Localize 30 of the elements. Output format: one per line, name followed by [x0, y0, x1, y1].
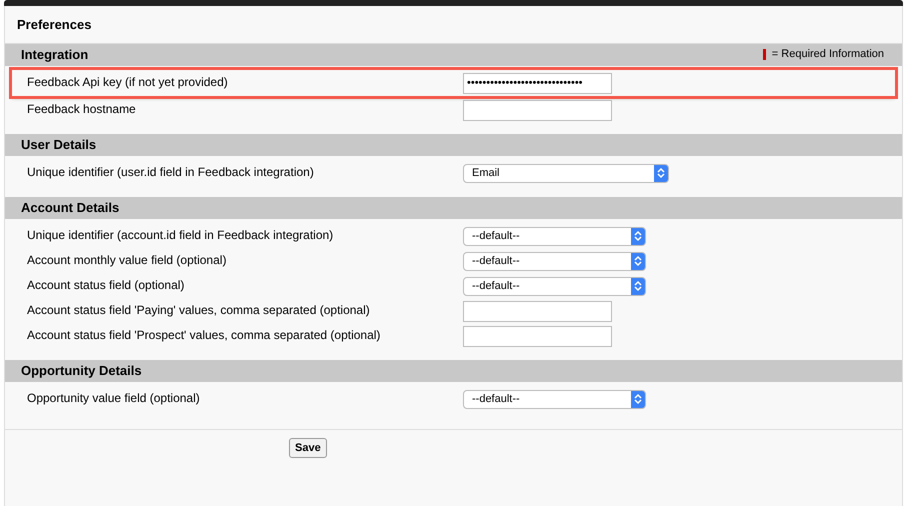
field-label: Unique identifier (user.id field in Feedback integration) — [27, 164, 315, 181]
chevron-icon — [631, 278, 645, 295]
chevron-icon — [631, 252, 645, 270]
dropdown[interactable]: Email — [463, 164, 669, 183]
field-label: Account status field 'Prospect' values, comma separated (optional) — [27, 326, 382, 344]
field-label: Account status field (optional) — [27, 276, 186, 294]
chevron-icon — [654, 164, 668, 182]
chevron-icon — [631, 390, 645, 408]
dropdown[interactable]: --default-- — [463, 226, 646, 246]
field-label: Account monthly value field (optional) — [27, 252, 228, 269]
section-title: User Details — [21, 136, 96, 152]
field-label: Unique identifier (account.id field in Feedback integration) — [27, 226, 334, 244]
field-label: Opportunity value field (optional) — [27, 390, 201, 407]
input-field[interactable] — [463, 300, 612, 322]
section-title: Opportunity Details — [21, 362, 142, 378]
dropdown[interactable]: --default-- — [463, 252, 646, 271]
section-title: Integration — [21, 46, 88, 62]
save-button[interactable]: Save — [289, 438, 327, 458]
dropdown[interactable]: --default-- — [463, 390, 646, 409]
required-marker — [762, 49, 766, 60]
input-field[interactable] — [463, 100, 612, 121]
chevron-icon — [631, 228, 645, 245]
required-legend: = Required Information — [772, 46, 884, 63]
field-label: Feedback Api key (if not yet provided) — [27, 74, 229, 91]
input-field[interactable] — [463, 326, 612, 347]
field-label: Account status field 'Paying' values, comma separated (optional) — [27, 302, 371, 319]
dropdown[interactable]: --default-- — [463, 276, 646, 296]
section-title: Account Details — [21, 200, 120, 216]
field-label: Feedback hostname — [27, 100, 137, 118]
input-field[interactable]: •••••••••••••••••••••••••••••• — [463, 72, 612, 94]
